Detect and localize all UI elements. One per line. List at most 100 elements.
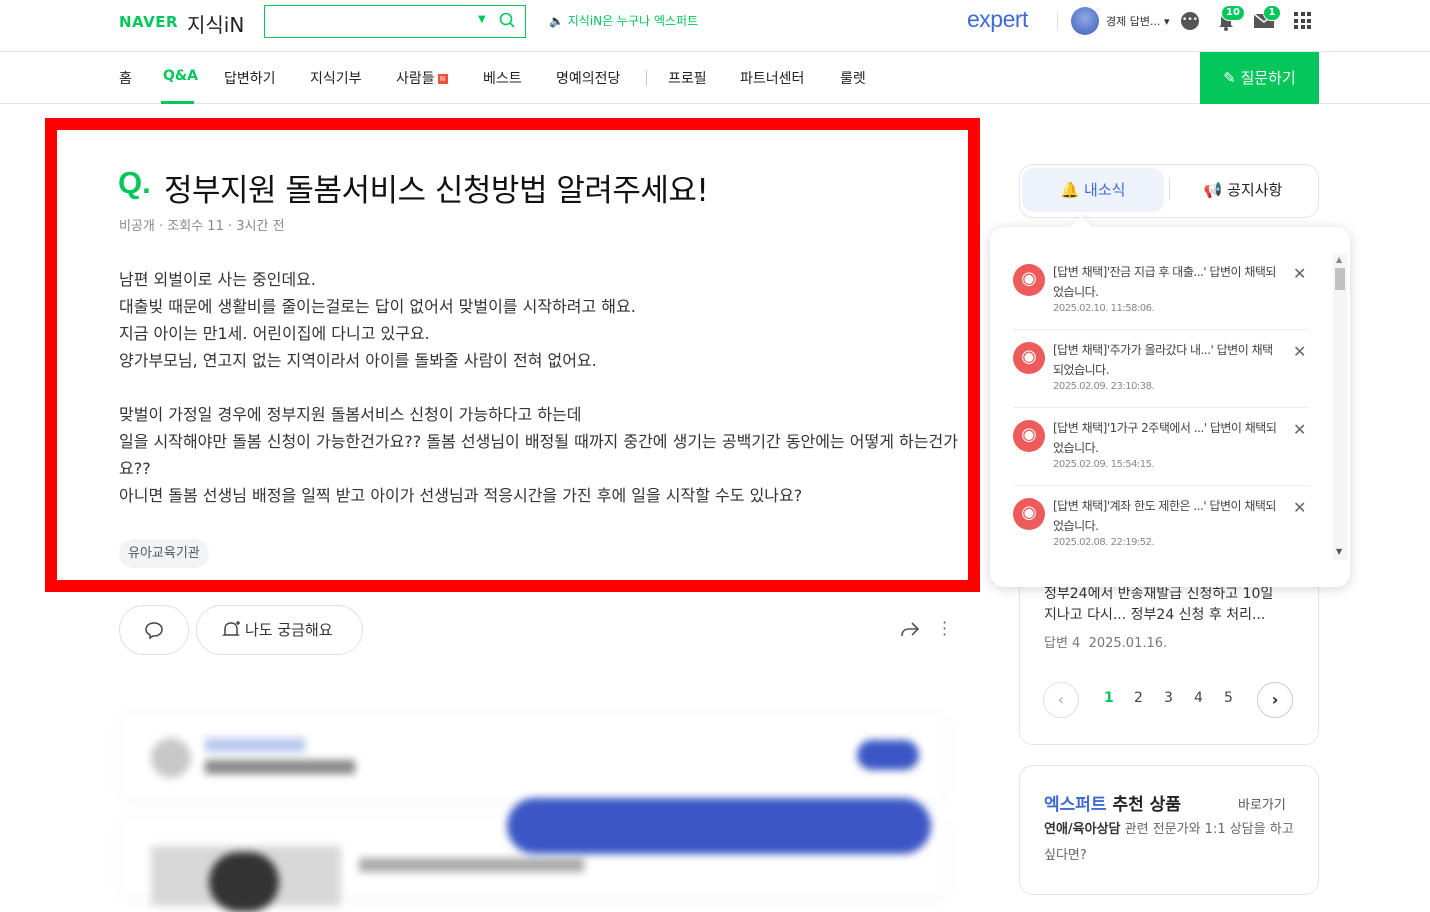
page-number[interactable]: 4 — [1194, 690, 1203, 706]
curious-icon — [222, 621, 240, 636]
prev-page-button[interactable]: ‹ — [1043, 682, 1079, 718]
header-notice-label: 지식iN은 누구나 엑스퍼트 — [567, 14, 699, 28]
user-menu[interactable]: 경제 답변... ▾ — [1106, 13, 1170, 29]
answer-card-blurred — [119, 714, 947, 800]
tab-roulette[interactable]: 룰렛 — [840, 68, 866, 88]
expert-product-title: 엑스퍼트 추천 상품 — [1044, 790, 1181, 815]
tab-best[interactable]: 베스트 — [483, 68, 522, 88]
question-body-line: 남편 외벌이로 사는 중인데요. — [119, 270, 316, 289]
question-views: 조회수 11 — [167, 219, 224, 234]
notification-scrollbar[interactable] — [1333, 254, 1347, 560]
share-icon[interactable] — [899, 618, 921, 640]
question-time: 3시간 전 — [236, 219, 285, 234]
ask-question-label: 질문하기 — [1240, 69, 1296, 87]
active-tab-underline — [161, 101, 194, 104]
chat-icon[interactable]: ••• — [1181, 12, 1199, 30]
page-number[interactable]: 5 — [1224, 690, 1233, 706]
scrollbar-thumb[interactable] — [1335, 268, 1345, 290]
badge-icon: ◉ — [1013, 342, 1045, 374]
ask-question-button[interactable]: ✎ 질문하기 — [1200, 52, 1319, 104]
tab-donate[interactable]: 지식기부 — [310, 68, 362, 88]
jisikin-logo[interactable]: 지식iN — [187, 9, 244, 38]
notification-date: 2025.02.08. 22:19:52. — [1053, 537, 1155, 548]
search-dropdown-icon[interactable]: ▼ — [478, 14, 486, 25]
avatar[interactable] — [1071, 7, 1099, 35]
question-body-line: 맞벌이 가정일 경우에 정부지원 돌봄서비스 신청이 가능하다고 하는데 — [119, 405, 582, 424]
page-number[interactable]: 2 — [1134, 690, 1143, 706]
tab-people[interactable]: 사람들 N — [396, 68, 448, 88]
related-qa-answers: 답변 4 — [1044, 636, 1081, 651]
expert-product-title-rest: 추천 상품 — [1106, 795, 1181, 815]
curious-too-button[interactable]: 나도 궁금해요 — [196, 605, 363, 655]
question-mark-label: Q. — [118, 165, 151, 200]
tab-my-news[interactable]: 🔔 내소식 — [1022, 168, 1164, 212]
header-notice-link[interactable]: 🔈 지식iN은 누구나 엑스퍼트 — [549, 12, 698, 29]
close-icon[interactable]: ✕ — [1293, 264, 1306, 283]
close-icon[interactable]: ✕ — [1293, 420, 1306, 439]
apps-grid-icon[interactable] — [1294, 12, 1311, 29]
notification-item[interactable]: ◉ [답변 채택]'1가구 2주택에서 ...' 답변이 채택되었습니다. 20… — [1013, 408, 1309, 486]
comment-icon — [145, 622, 163, 640]
question-body-line: 양가부모님, 연고지 없는 지역이라서 아이를 돌봐줄 사람이 전혀 없어요. — [119, 351, 597, 370]
notification-date: 2025.02.10. 11:58:06. — [1053, 303, 1155, 314]
expert-product-link[interactable]: 바로가기 — [1238, 794, 1286, 813]
question-body-line: 지금 아이는 만1세. 어린이집에 다니고 있구요. — [119, 324, 430, 343]
notification-text: [답변 채택]'계좌 한도 제한은 ...' 답변이 채택되었습니다. — [1053, 499, 1276, 533]
next-page-button[interactable]: › — [1257, 682, 1293, 718]
search-icon[interactable] — [498, 11, 516, 29]
search-input[interactable] — [264, 5, 526, 38]
notification-date: 2025.02.09. 23:10:38. — [1053, 381, 1155, 392]
badge-icon: ◉ — [1013, 498, 1045, 530]
notification-item[interactable]: ◉ [답변 채택]'주가가 올라갔다 내...' 답변이 채택되었습니다. 20… — [1013, 330, 1309, 408]
notification-item[interactable]: ◉ [답변 채택]'계좌 한도 제한은 ...' 답변이 채택되었습니다. 20… — [1013, 486, 1309, 564]
page-number[interactable]: 1 — [1104, 690, 1114, 706]
question-meta: 비공개 · 조회수 11 · 3시간 전 — [119, 219, 285, 234]
page-number[interactable]: 3 — [1164, 690, 1173, 706]
badge-icon: ◉ — [1013, 420, 1045, 452]
question-body-line: 아니면 돌봄 선생님 배정을 일찍 받고 아이가 선생님과 적응시간을 가진 후… — [119, 486, 803, 505]
tab-notice[interactable]: 📢 공지사항 — [1172, 168, 1314, 212]
curious-too-label: 나도 궁금해요 — [245, 621, 333, 639]
tab-qna[interactable]: Q&A — [163, 68, 198, 84]
scroll-up-arrow[interactable]: ▲ — [1336, 255, 1342, 264]
expert-logo[interactable]: expert — [967, 6, 1028, 33]
naver-logo[interactable]: NAVER — [119, 13, 178, 31]
scroll-down-arrow[interactable]: ▼ — [1336, 547, 1342, 556]
badge-icon: ◉ — [1013, 264, 1045, 296]
mail-count-badge: 1 — [1263, 5, 1281, 21]
answer-cta-blurred — [507, 798, 931, 854]
tab-my-news-label: 내소식 — [1084, 181, 1126, 199]
tab-profile[interactable]: 프로필 — [668, 68, 707, 88]
notification-date: 2025.02.09. 15:54:15. — [1053, 459, 1155, 470]
tab-hall-of-fame[interactable]: 명예의전당 — [556, 68, 620, 88]
related-qa-date: 2025.01.16. — [1088, 636, 1168, 651]
notification-text: [답변 채택]'잔금 지급 후 대출...' 답변이 채택되었습니다. — [1053, 265, 1276, 299]
close-icon[interactable]: ✕ — [1293, 342, 1306, 361]
main-nav: 홈 Q&A 답변하기 지식기부 사람들 N 베스트 명예의전당 프로필 파트너센터… — [0, 52, 1430, 104]
comment-button[interactable] — [119, 605, 189, 655]
question-body-line: 대출빚 때문에 생활비를 줄이는걸로는 답이 없어서 맞벌이를 시작하려고 해요… — [119, 297, 636, 316]
tab-divider — [1169, 178, 1170, 200]
notification-item[interactable]: ◉ [답변 채택]'잔금 지급 후 대출...' 답변이 채택되었습니다. 20… — [1013, 252, 1309, 330]
top-header: NAVER 지식iN ▼ 🔈 지식iN은 누구나 엑스퍼트 expert 경제 … — [0, 0, 1430, 52]
notification-text: [답변 채택]'주가가 올라갔다 내...' 답변이 채택되었습니다. — [1053, 343, 1273, 377]
more-options-icon[interactable]: · · · — [942, 615, 947, 643]
related-qa-meta: 답변 4 2025.01.16. — [1044, 632, 1167, 651]
tab-answer[interactable]: 답변하기 — [224, 68, 276, 88]
question-author: 비공개 — [119, 219, 155, 234]
question-tag[interactable]: 유아교육기관 — [119, 539, 209, 568]
close-icon[interactable]: ✕ — [1293, 498, 1306, 517]
question-body: 남편 외벌이로 사는 중인데요. 대출빚 때문에 생활비를 줄이는걸로는 답이 … — [119, 266, 959, 509]
question-title: 정부지원 돌봄서비스 신청방법 알려주세요! — [164, 173, 709, 209]
related-qa-snippet[interactable]: 지나고 다시... 정부24 신청 후 처리... — [1044, 604, 1265, 624]
expert-product-title-accent: 엑스퍼트 — [1044, 795, 1107, 815]
notification-text: [답변 채택]'1가구 2주택에서 ...' 답변이 채택되었습니다. — [1053, 421, 1277, 455]
question-body-line: 일을 시작해야만 돌봄 신청이 가능한건가요?? 돌봄 선생님이 배정될 때까지… — [119, 432, 958, 478]
tab-home[interactable]: 홈 — [119, 68, 132, 88]
tab-partner-center[interactable]: 파트너센터 — [740, 68, 804, 88]
question-body-line — [119, 374, 959, 401]
nav-divider — [646, 70, 647, 86]
expert-product-desc: 연애/육아상담 관련 전문가와 1:1 상담을 하고 싶다면? — [1044, 817, 1304, 869]
tab-people-label: 사람들 — [396, 71, 435, 87]
new-badge: N — [437, 74, 448, 84]
